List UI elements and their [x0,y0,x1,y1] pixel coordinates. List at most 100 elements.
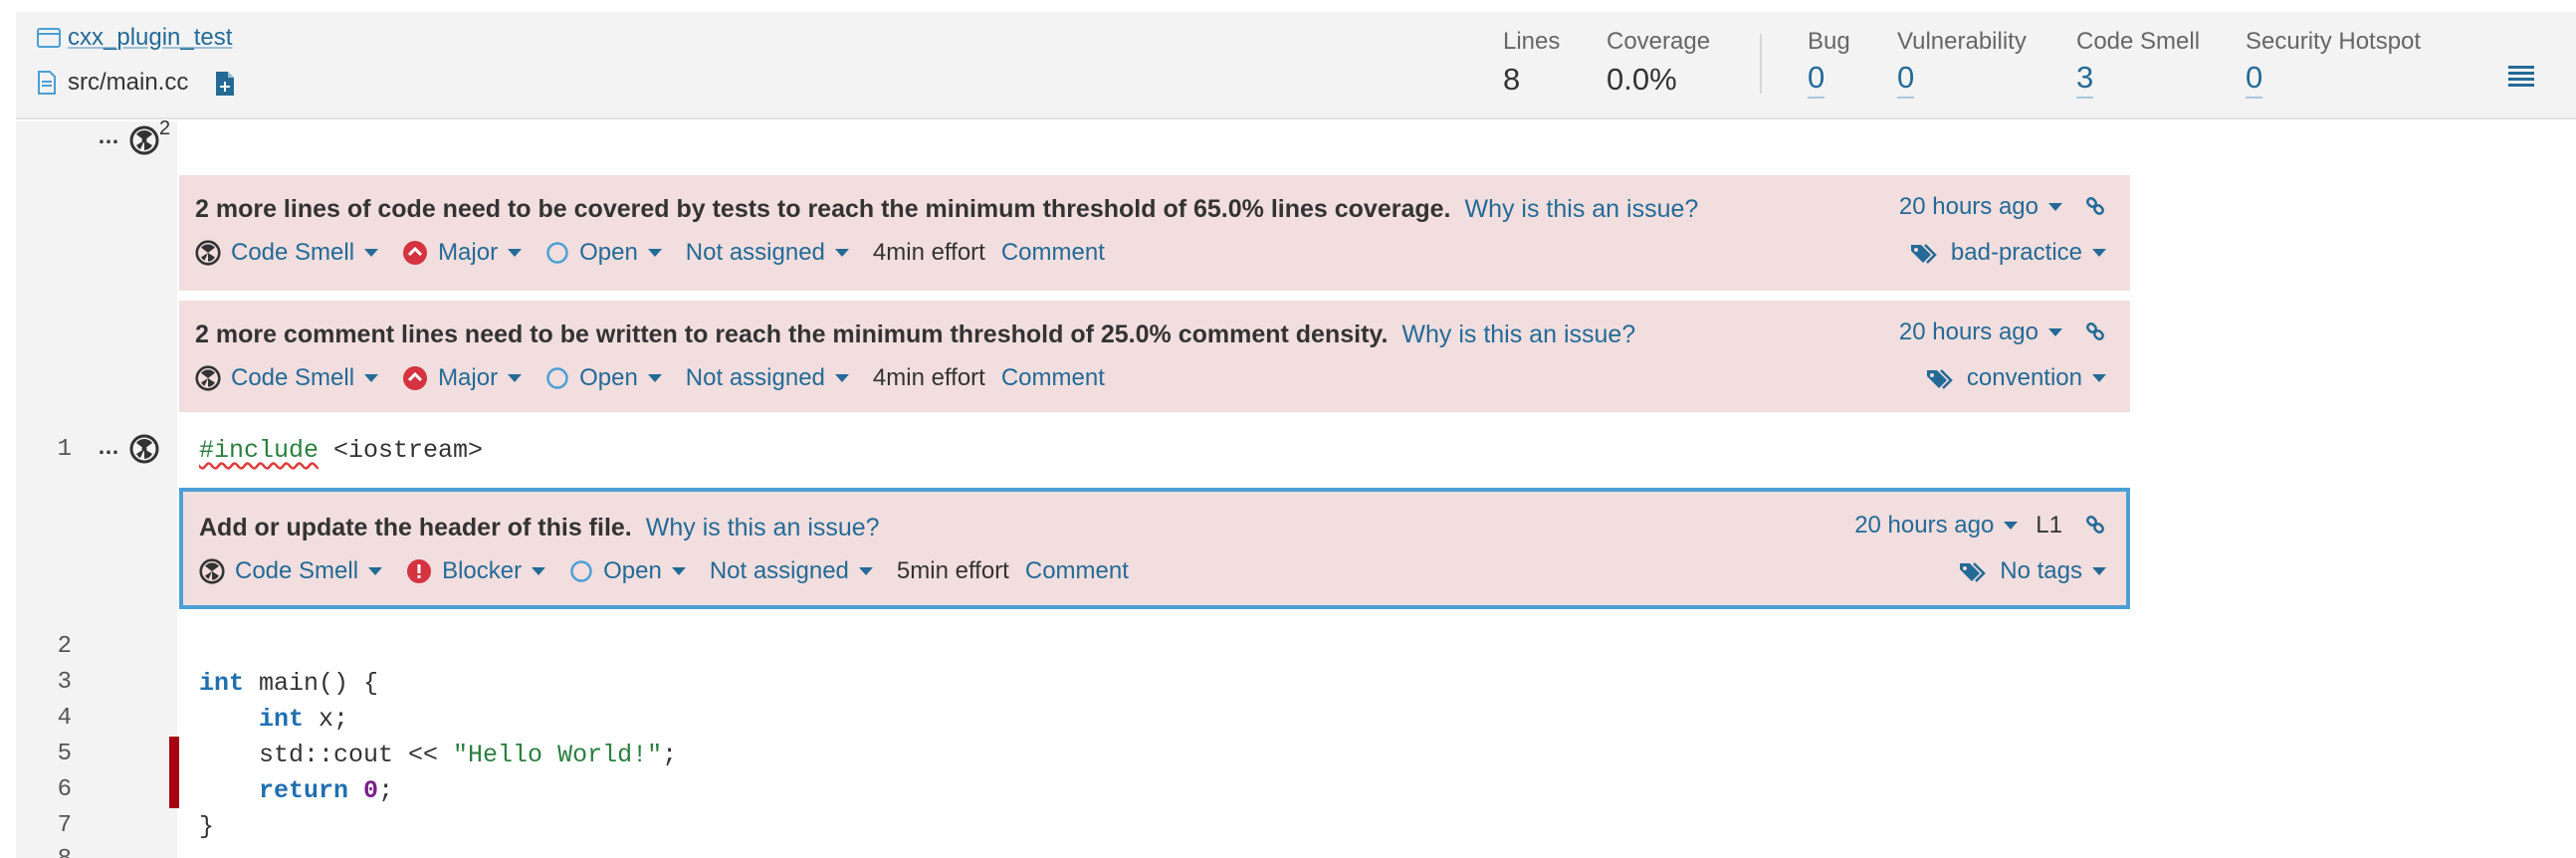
assignee-label[interactable]: Not assigned [686,239,825,267]
status-label[interactable]: Open [603,557,662,585]
line-number[interactable]: 4 [20,705,72,732]
comment-link[interactable]: Comment [1001,239,1105,267]
line-number[interactable]: 5 [20,741,72,767]
line-number[interactable]: 8 [20,846,72,858]
comment-link[interactable]: Comment [1025,557,1129,585]
metric-code-smell: Code Smell 3 [2076,28,2200,99]
issue-message-text[interactable]: 2 more lines of code need to be covered … [195,195,1450,223]
status-label[interactable]: Open [579,364,638,392]
open-status-icon [546,367,568,389]
issue-message[interactable]: 2 more comment lines need to be written … [195,321,1635,349]
line-number[interactable]: 7 [20,812,72,839]
issue-tags[interactable]: No tags [1958,557,2106,585]
project-link[interactable]: cxx_plugin_test [36,24,232,52]
blocker-severity-icon [407,559,432,583]
issue-age-dropdown[interactable]: 20 hours ago [1899,193,2039,221]
permalink-icon[interactable] [2084,196,2106,218]
why-link[interactable]: Why is this an issue? [1464,195,1698,223]
code-text: main() { [244,669,379,698]
status-dropdown[interactable]: Open [569,557,686,585]
effort-label: 4min effort [872,239,985,266]
assignee-label[interactable]: Not assigned [686,364,825,392]
code-smell-icon[interactable] [129,434,159,464]
severity-dropdown[interactable]: Blocker [406,557,546,585]
issue-type-dropdown[interactable]: Code Smell [195,364,379,392]
line-number[interactable]: 1 [20,436,72,463]
severity-label[interactable]: Blocker [442,557,522,585]
severity-dropdown[interactable]: Major [402,239,523,267]
issue-card-selected[interactable]: Add or update the header of this file. Wh… [179,488,2130,609]
open-status-icon [570,560,592,582]
issue-type-dropdown[interactable]: Code Smell [199,557,383,585]
issue-card[interactable]: 2 more lines of code need to be covered … [179,175,2130,291]
menu-icon[interactable] [2506,64,2536,88]
metric-value-link[interactable]: 3 [2076,62,2094,99]
line-number[interactable]: 3 [20,669,72,696]
code-text: <iostream> [319,436,484,465]
code-smell-icon[interactable] [129,125,159,155]
line-number[interactable]: 6 [20,776,72,803]
issue-age-row: 20 hours ago [1899,193,2106,221]
status-label[interactable]: Open [579,239,638,267]
tag-label[interactable]: convention [1967,364,2082,392]
issue-type-dropdown[interactable]: Code Smell [195,239,379,267]
metric-label: Code Smell [2076,28,2201,55]
project-icon [37,28,61,48]
uncovered-lines-marker[interactable] [169,737,179,808]
issue-type-label[interactable]: Code Smell [231,239,354,267]
code-line-1: #include <iostream> [199,436,483,465]
issue-message[interactable]: Add or update the header of this file. Wh… [199,514,880,542]
tags-icon [1960,562,1987,582]
status-dropdown[interactable]: Open [545,239,662,267]
line-number[interactable]: 2 [20,633,72,660]
assignee-dropdown[interactable]: Not assigned [710,557,873,585]
issue-type-label[interactable]: Code Smell [231,364,354,392]
issue-line-location[interactable]: L1 [2036,512,2062,539]
issue-message-text[interactable]: 2 more comment lines need to be written … [195,321,1388,348]
assignee-dropdown[interactable]: Not assigned [686,239,849,267]
expand-dots[interactable]: … [98,123,119,149]
permalink-icon[interactable] [2084,515,2106,536]
metric-value-link[interactable]: 0 [2246,62,2263,99]
metric-label: Vulnerability [1897,28,2027,55]
issue-age-row: 20 hours ago [1899,319,2106,346]
issue-age-dropdown[interactable]: 20 hours ago [1854,512,1994,539]
string-literal: "Hello World!" [453,741,663,769]
metrics-divider [1760,34,1762,94]
issue-card[interactable]: 2 more comment lines need to be written … [179,301,2130,412]
code-text: x; [304,705,349,734]
copy-path-icon[interactable] [212,68,236,98]
permalink-icon[interactable] [2084,322,2106,343]
issue-message[interactable]: 2 more lines of code need to be covered … [195,195,1698,224]
keyword: return [259,776,349,805]
project-name[interactable]: cxx_plugin_test [68,24,232,52]
issue-meta: Code Smell Major Open Not assigned 4min … [195,364,1129,392]
tag-label[interactable]: No tags [2000,557,2082,585]
major-severity-icon [403,241,428,265]
metric-value-link[interactable]: 0 [1897,62,1915,99]
issue-meta: Code Smell Blocker Open Not assigned 5mi… [199,557,1153,585]
issue-tags[interactable]: bad-practice [1909,239,2106,267]
tag-label[interactable]: bad-practice [1951,239,2082,267]
major-severity-icon [403,366,428,390]
assignee-label[interactable]: Not assigned [710,557,849,585]
expand-dots[interactable]: … [98,434,119,460]
status-dropdown[interactable]: Open [545,364,662,392]
issue-tags[interactable]: convention [1925,364,2106,392]
code-line-4: int x; [199,705,348,734]
why-link[interactable]: Why is this an issue? [1401,321,1635,348]
metric-value: 0.0% [1607,62,1677,97]
severity-label[interactable]: Major [438,364,498,392]
comment-link[interactable]: Comment [1001,364,1105,392]
why-link[interactable]: Why is this an issue? [646,514,880,541]
open-status-icon [546,242,568,264]
severity-label[interactable]: Major [438,239,498,267]
effort-label: 5min effort [896,557,1009,584]
metric-value-link[interactable]: 0 [1808,62,1825,99]
severity-dropdown[interactable]: Major [402,364,523,392]
assignee-dropdown[interactable]: Not assigned [686,364,849,392]
issue-type-label[interactable]: Code Smell [235,557,358,585]
issue-message-text[interactable]: Add or update the header of this file. [199,514,632,541]
issue-age-dropdown[interactable]: 20 hours ago [1899,319,2039,346]
